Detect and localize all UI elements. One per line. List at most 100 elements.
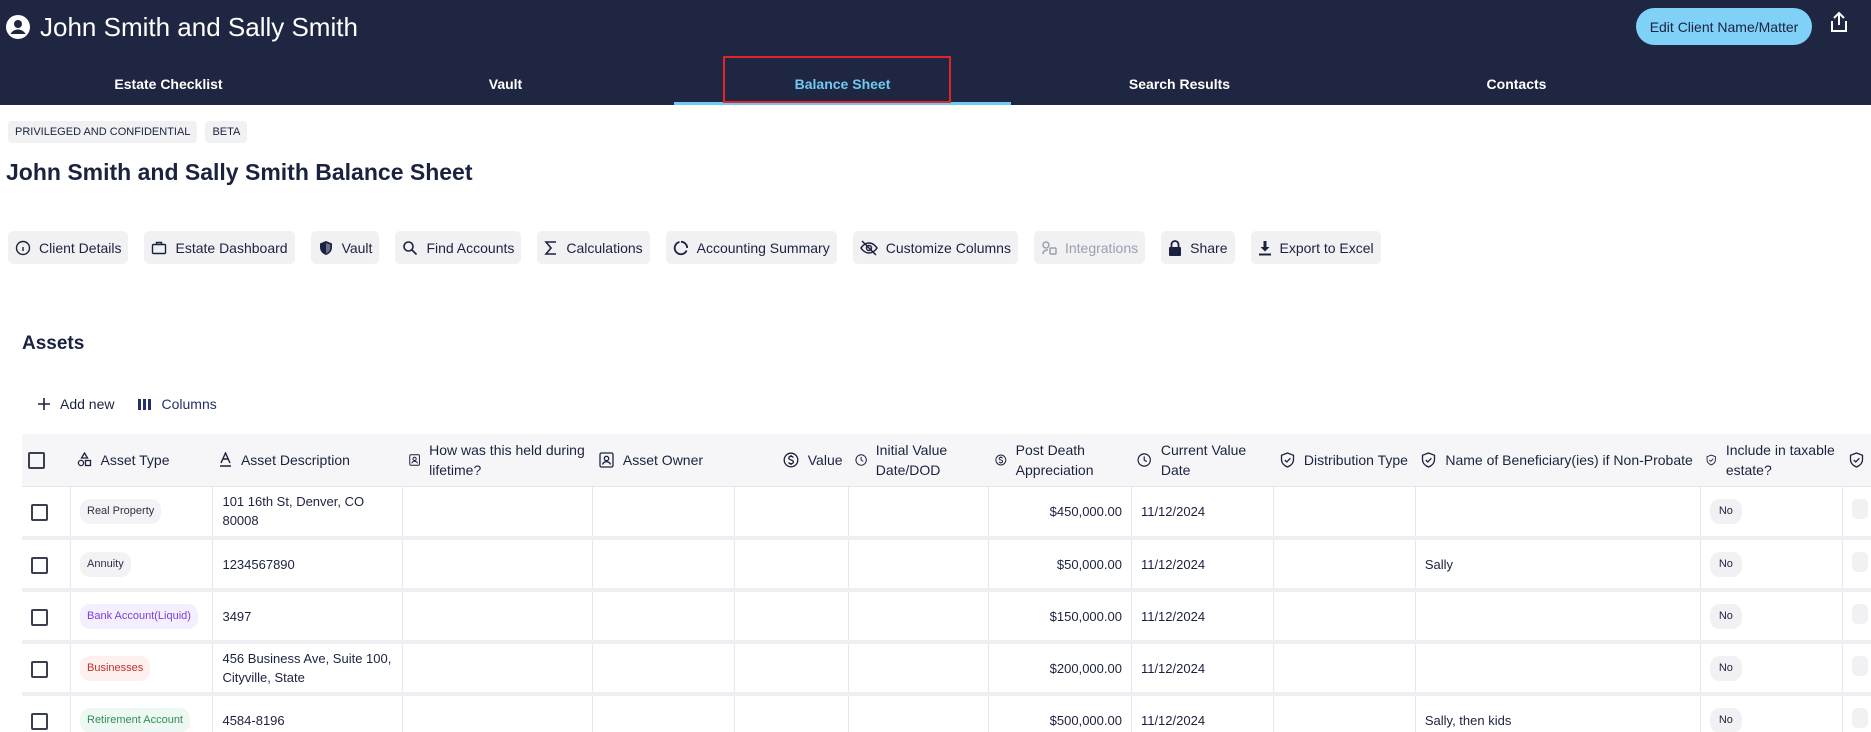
post-death-cell[interactable]: $500,000.00 bbox=[988, 694, 1132, 732]
table-row[interactable]: Retirement Account 4584-8196 $500,000.00… bbox=[22, 694, 1871, 732]
donut-icon bbox=[673, 240, 688, 255]
columns-button[interactable]: Columns bbox=[138, 396, 217, 412]
owner-cell[interactable] bbox=[592, 642, 735, 696]
asset-description-cell[interactable]: 3497 bbox=[212, 590, 404, 644]
row-checkbox[interactable] bbox=[31, 712, 48, 730]
current-value-date-cell[interactable]: 11/12/2024 bbox=[1131, 642, 1275, 696]
held-cell[interactable] bbox=[402, 538, 594, 592]
header-asset-type[interactable]: Asset Type bbox=[101, 450, 170, 470]
tab-search-results[interactable]: Search Results bbox=[1011, 62, 1348, 105]
table-row[interactable]: Real Property 101 16th St, Denver, CO 80… bbox=[22, 486, 1871, 540]
owner-cell[interactable] bbox=[592, 538, 735, 592]
current-value-date-cell[interactable]: 11/12/2024 bbox=[1131, 694, 1275, 732]
customize-columns-button[interactable]: Customize Columns bbox=[852, 231, 1018, 264]
value-cell[interactable] bbox=[734, 486, 850, 540]
distribution-cell[interactable] bbox=[1273, 642, 1416, 696]
row-checkbox[interactable] bbox=[31, 556, 48, 574]
header-beneficiary[interactable]: Name of Beneficiary(ies) if Non-Probate bbox=[1445, 450, 1692, 470]
header-current-value-date[interactable]: Current Value Date bbox=[1161, 440, 1268, 480]
row-checkbox[interactable] bbox=[31, 503, 48, 521]
beneficiary-cell[interactable] bbox=[1415, 642, 1701, 696]
value-cell[interactable] bbox=[734, 538, 850, 592]
estate-dashboard-button[interactable]: Estate Dashboard bbox=[144, 231, 295, 264]
initial-value-date-cell[interactable] bbox=[848, 590, 990, 644]
beneficiary-cell[interactable]: Sally, then kids bbox=[1415, 694, 1701, 732]
distribution-cell[interactable] bbox=[1273, 590, 1416, 644]
header-include-taxable[interactable]: Include in taxable estate? bbox=[1726, 440, 1837, 480]
shield-icon bbox=[319, 240, 332, 255]
asset-description-cell[interactable]: 101 16th St, Denver, CO 80008 bbox=[212, 486, 404, 540]
held-cell[interactable] bbox=[402, 590, 594, 644]
post-death-cell[interactable]: $200,000.00 bbox=[988, 642, 1132, 696]
header-value[interactable]: Value bbox=[808, 450, 843, 470]
header-initial-value-date[interactable]: Initial Value Date/DOD bbox=[876, 440, 983, 480]
table-row[interactable]: Bank Account(Liquid) 3497 $150,000.00 11… bbox=[22, 590, 1871, 644]
calculations-button[interactable]: Calculations bbox=[537, 231, 650, 264]
value-cell[interactable] bbox=[734, 694, 850, 732]
value-cell[interactable] bbox=[734, 642, 850, 696]
asset-type-chip: Bank Account(Liquid) bbox=[80, 603, 198, 629]
row-checkbox[interactable] bbox=[31, 660, 48, 678]
client-details-button[interactable]: Client Details bbox=[8, 231, 129, 264]
owner-cell[interactable] bbox=[592, 486, 735, 540]
table-row[interactable]: Businesses 456 Business Ave, Suite 100, … bbox=[22, 642, 1871, 696]
current-value-date-cell[interactable]: 11/12/2024 bbox=[1131, 538, 1275, 592]
taxable-chip[interactable]: No bbox=[1709, 551, 1742, 577]
owner-cell[interactable] bbox=[592, 590, 735, 644]
table-actions: Add new Columns bbox=[38, 396, 217, 412]
header-held-during-lifetime[interactable]: How was this held during lifetime? bbox=[429, 440, 587, 480]
taxable-chip[interactable]: No bbox=[1709, 655, 1742, 681]
asset-description-cell[interactable]: 4584-8196 bbox=[212, 694, 404, 732]
distribution-cell[interactable] bbox=[1273, 538, 1416, 592]
beneficiary-cell[interactable] bbox=[1415, 486, 1701, 540]
header-post-death-appreciation[interactable]: Post Death Appreciation bbox=[1016, 440, 1126, 480]
asset-type-chip: Businesses bbox=[80, 655, 151, 681]
taxable-chip[interactable]: No bbox=[1709, 603, 1742, 629]
post-death-cell[interactable]: $50,000.00 bbox=[988, 538, 1132, 592]
distribution-cell[interactable] bbox=[1273, 694, 1416, 732]
beneficiary-cell[interactable]: Sally bbox=[1415, 538, 1701, 592]
tab-balance-sheet[interactable]: Balance Sheet bbox=[674, 62, 1011, 105]
add-new-label: Add new bbox=[60, 396, 115, 412]
vault-button[interactable]: Vault bbox=[310, 231, 380, 264]
distribution-cell[interactable] bbox=[1273, 486, 1416, 540]
post-death-cell[interactable]: $150,000.00 bbox=[988, 590, 1132, 644]
add-new-button[interactable]: Add new bbox=[38, 396, 114, 412]
tab-contacts[interactable]: Contacts bbox=[1348, 62, 1685, 105]
assets-table: Asset Type Asset Description How was thi… bbox=[22, 434, 1871, 732]
held-cell[interactable] bbox=[402, 486, 594, 540]
owner-cell[interactable] bbox=[592, 694, 735, 732]
initial-value-date-cell[interactable] bbox=[848, 642, 990, 696]
header-distribution-type[interactable]: Distribution Type bbox=[1304, 450, 1408, 470]
asset-type-chip: Real Property bbox=[80, 498, 162, 524]
initial-value-date-cell[interactable] bbox=[848, 486, 990, 540]
asset-description-cell[interactable]: 456 Business Ave, Suite 100, Cityville, … bbox=[212, 642, 404, 696]
accounting-summary-button[interactable]: Accounting Summary bbox=[665, 231, 837, 264]
held-cell[interactable] bbox=[402, 694, 594, 732]
taxable-chip[interactable]: No bbox=[1709, 707, 1742, 732]
share-icon[interactable] bbox=[1828, 10, 1850, 34]
find-accounts-button[interactable]: Find Accounts bbox=[395, 231, 522, 264]
integrations-button[interactable]: Integrations bbox=[1033, 231, 1146, 264]
current-value-date-cell[interactable]: 11/12/2024 bbox=[1131, 590, 1275, 644]
post-death-cell[interactable]: $450,000.00 bbox=[988, 486, 1132, 540]
current-value-date-cell[interactable]: 11/12/2024 bbox=[1131, 486, 1275, 540]
download-icon bbox=[1258, 240, 1271, 255]
initial-value-date-cell[interactable] bbox=[848, 694, 990, 732]
taxable-chip[interactable]: No bbox=[1709, 498, 1742, 524]
tab-vault[interactable]: Vault bbox=[337, 62, 674, 105]
export-to-excel-button[interactable]: Export to Excel bbox=[1250, 231, 1381, 264]
initial-value-date-cell[interactable] bbox=[848, 538, 990, 592]
value-cell[interactable] bbox=[734, 590, 850, 644]
edit-client-name-button[interactable]: Edit Client Name/Matter bbox=[1636, 8, 1812, 45]
header-asset-owner[interactable]: Asset Owner bbox=[623, 450, 703, 470]
table-row[interactable]: Annuity 1234567890 $50,000.00 11/12/2024… bbox=[22, 538, 1871, 592]
beneficiary-cell[interactable] bbox=[1415, 590, 1701, 644]
header-asset-description[interactable]: Asset Description bbox=[241, 450, 350, 470]
share-button[interactable]: Share bbox=[1161, 231, 1235, 264]
asset-description-cell[interactable]: 1234567890 bbox=[212, 538, 404, 592]
row-checkbox[interactable] bbox=[31, 608, 48, 626]
tab-estate-checklist[interactable]: Estate Checklist bbox=[0, 62, 337, 105]
held-cell[interactable] bbox=[402, 642, 594, 696]
select-all-checkbox[interactable] bbox=[28, 451, 45, 469]
